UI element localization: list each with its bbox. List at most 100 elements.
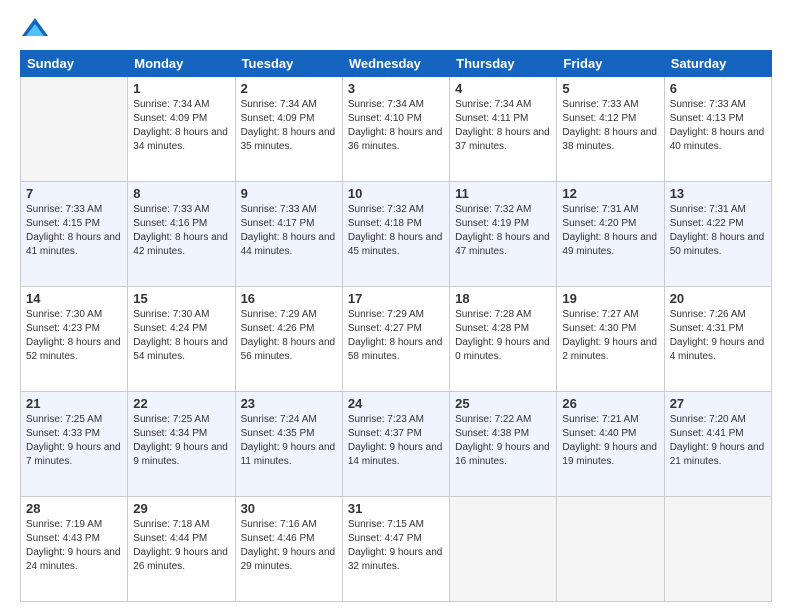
cell-info: Sunrise: 7:29 AMSunset: 4:27 PMDaylight:… — [348, 308, 444, 364]
cell-day-number: 14 — [26, 291, 122, 306]
cell-day-number: 4 — [455, 81, 551, 96]
calendar-cell: 23 Sunrise: 7:24 AMSunset: 4:35 PMDayligh… — [235, 392, 342, 497]
cell-day-number: 3 — [348, 81, 444, 96]
calendar-cell: 31 Sunrise: 7:15 AMSunset: 4:47 PMDayligh… — [342, 497, 449, 602]
cell-info: Sunrise: 7:16 AMSunset: 4:46 PMDaylight:… — [241, 518, 337, 574]
calendar-cell: 21Sunrise: 7:25 AMSunset: 4:33 PMDayligh… — [21, 392, 128, 497]
calendar-cell — [664, 497, 771, 602]
cell-info: Sunrise: 7:34 AMSunset: 4:09 PMDaylight:… — [241, 98, 337, 154]
cell-info: Sunrise: 7:18 AMSunset: 4:44 PMDaylight:… — [133, 518, 229, 574]
cell-info: Sunrise: 7:34 AMSunset: 4:11 PMDaylight:… — [455, 98, 551, 154]
calendar-cell: 2 Sunrise: 7:34 AMSunset: 4:09 PMDaylight… — [235, 77, 342, 182]
cell-day-number: 9 — [241, 186, 337, 201]
cell-info: Sunrise: 7:31 AMSunset: 4:22 PMDaylight:… — [670, 203, 766, 259]
cell-day-number: 20 — [670, 291, 766, 306]
calendar-cell: 7 Sunrise: 7:33 AMSunset: 4:15 PMDaylight… — [21, 182, 128, 287]
cell-day-number: 10 — [348, 186, 444, 201]
weekday-friday: Friday — [557, 51, 664, 77]
week-row-1: 1 Sunrise: 7:34 AMSunset: 4:09 PMDaylight… — [21, 77, 772, 182]
cell-day-number: 6 — [670, 81, 766, 96]
calendar-cell: 4 Sunrise: 7:34 AMSunset: 4:11 PMDaylight… — [450, 77, 557, 182]
calendar-cell: 30 Sunrise: 7:16 AMSunset: 4:46 PMDayligh… — [235, 497, 342, 602]
cell-day-number: 16 — [241, 291, 337, 306]
weekday-tuesday: Tuesday — [235, 51, 342, 77]
week-row-4: 21Sunrise: 7:25 AMSunset: 4:33 PMDayligh… — [21, 392, 772, 497]
cell-info: Sunrise: 7:34 AMSunset: 4:09 PMDaylight:… — [133, 98, 229, 154]
cell-day-number: 11 — [455, 186, 551, 201]
week-row-2: 7 Sunrise: 7:33 AMSunset: 4:15 PMDaylight… — [21, 182, 772, 287]
weekday-sunday: Sunday — [21, 51, 128, 77]
logo-icon — [20, 16, 50, 40]
cell-day-number: 22 — [133, 396, 229, 411]
cell-day-number: 18 — [455, 291, 551, 306]
logo — [20, 16, 54, 40]
calendar-cell — [450, 497, 557, 602]
cell-info: Sunrise: 7:27 AMSunset: 4:30 PMDaylight:… — [562, 308, 658, 364]
cell-info: Sunrise: 7:33 AMSunset: 4:13 PMDaylight:… — [670, 98, 766, 154]
calendar-cell: 11 Sunrise: 7:32 AMSunset: 4:19 PMDayligh… — [450, 182, 557, 287]
calendar-cell: 16 Sunrise: 7:29 AMSunset: 4:26 PMDayligh… — [235, 287, 342, 392]
cell-day-number: 25 — [455, 396, 551, 411]
weekday-header-row: SundayMondayTuesdayWednesdayThursdayFrid… — [21, 51, 772, 77]
header — [20, 16, 772, 40]
weekday-wednesday: Wednesday — [342, 51, 449, 77]
calendar-cell: 26Sunrise: 7:21 AMSunset: 4:40 PMDayligh… — [557, 392, 664, 497]
cell-day-number: 5 — [562, 81, 658, 96]
calendar-cell: 1 Sunrise: 7:34 AMSunset: 4:09 PMDaylight… — [128, 77, 235, 182]
calendar-cell: 15Sunrise: 7:30 AMSunset: 4:24 PMDayligh… — [128, 287, 235, 392]
calendar-cell: 28 Sunrise: 7:19 AMSunset: 4:43 PMDayligh… — [21, 497, 128, 602]
cell-day-number: 12 — [562, 186, 658, 201]
cell-info: Sunrise: 7:32 AMSunset: 4:18 PMDaylight:… — [348, 203, 444, 259]
cell-info: Sunrise: 7:34 AMSunset: 4:10 PMDaylight:… — [348, 98, 444, 154]
cell-info: Sunrise: 7:33 AMSunset: 4:12 PMDaylight:… — [562, 98, 658, 154]
calendar-cell: 25 Sunrise: 7:22 AMSunset: 4:38 PMDayligh… — [450, 392, 557, 497]
calendar-cell: 18 Sunrise: 7:28 AMSunset: 4:28 PMDayligh… — [450, 287, 557, 392]
calendar-cell: 3 Sunrise: 7:34 AMSunset: 4:10 PMDaylight… — [342, 77, 449, 182]
calendar-cell: 14 Sunrise: 7:30 AMSunset: 4:23 PMDayligh… — [21, 287, 128, 392]
cell-day-number: 21 — [26, 396, 122, 411]
cell-day-number: 7 — [26, 186, 122, 201]
cell-day-number: 23 — [241, 396, 337, 411]
cell-info: Sunrise: 7:32 AMSunset: 4:19 PMDaylight:… — [455, 203, 551, 259]
cell-day-number: 8 — [133, 186, 229, 201]
calendar-cell: 13Sunrise: 7:31 AMSunset: 4:22 PMDayligh… — [664, 182, 771, 287]
cell-day-number: 26 — [562, 396, 658, 411]
cell-info: Sunrise: 7:23 AMSunset: 4:37 PMDaylight:… — [348, 413, 444, 469]
cell-day-number: 29 — [133, 501, 229, 516]
cell-day-number: 30 — [241, 501, 337, 516]
cell-day-number: 28 — [26, 501, 122, 516]
calendar-cell: 24Sunrise: 7:23 AMSunset: 4:37 PMDayligh… — [342, 392, 449, 497]
cell-info: Sunrise: 7:22 AMSunset: 4:38 PMDaylight:… — [455, 413, 551, 469]
cell-info: Sunrise: 7:33 AMSunset: 4:15 PMDaylight:… — [26, 203, 122, 259]
cell-info: Sunrise: 7:33 AMSunset: 4:17 PMDaylight:… — [241, 203, 337, 259]
cell-info: Sunrise: 7:24 AMSunset: 4:35 PMDaylight:… — [241, 413, 337, 469]
cell-info: Sunrise: 7:28 AMSunset: 4:28 PMDaylight:… — [455, 308, 551, 364]
cell-day-number: 2 — [241, 81, 337, 96]
weekday-monday: Monday — [128, 51, 235, 77]
cell-day-number: 17 — [348, 291, 444, 306]
calendar-cell: 12Sunrise: 7:31 AMSunset: 4:20 PMDayligh… — [557, 182, 664, 287]
calendar-cell: 27 Sunrise: 7:20 AMSunset: 4:41 PMDayligh… — [664, 392, 771, 497]
cell-info: Sunrise: 7:29 AMSunset: 4:26 PMDaylight:… — [241, 308, 337, 364]
calendar-cell: 5 Sunrise: 7:33 AMSunset: 4:12 PMDaylight… — [557, 77, 664, 182]
cell-info: Sunrise: 7:30 AMSunset: 4:23 PMDaylight:… — [26, 308, 122, 364]
calendar-cell: 20 Sunrise: 7:26 AMSunset: 4:31 PMDayligh… — [664, 287, 771, 392]
calendar-cell: 19 Sunrise: 7:27 AMSunset: 4:30 PMDayligh… — [557, 287, 664, 392]
calendar-cell — [21, 77, 128, 182]
calendar-cell: 6 Sunrise: 7:33 AMSunset: 4:13 PMDaylight… — [664, 77, 771, 182]
cell-info: Sunrise: 7:20 AMSunset: 4:41 PMDaylight:… — [670, 413, 766, 469]
cell-day-number: 1 — [133, 81, 229, 96]
cell-info: Sunrise: 7:15 AMSunset: 4:47 PMDaylight:… — [348, 518, 444, 574]
week-row-5: 28 Sunrise: 7:19 AMSunset: 4:43 PMDayligh… — [21, 497, 772, 602]
cell-day-number: 15 — [133, 291, 229, 306]
cell-info: Sunrise: 7:25 AMSunset: 4:34 PMDaylight:… — [133, 413, 229, 469]
cell-day-number: 19 — [562, 291, 658, 306]
cell-info: Sunrise: 7:26 AMSunset: 4:31 PMDaylight:… — [670, 308, 766, 364]
calendar-cell: 22 Sunrise: 7:25 AMSunset: 4:34 PMDayligh… — [128, 392, 235, 497]
calendar-cell: 10 Sunrise: 7:32 AMSunset: 4:18 PMDayligh… — [342, 182, 449, 287]
calendar-cell: 29 Sunrise: 7:18 AMSunset: 4:44 PMDayligh… — [128, 497, 235, 602]
cell-day-number: 27 — [670, 396, 766, 411]
cell-info: Sunrise: 7:19 AMSunset: 4:43 PMDaylight:… — [26, 518, 122, 574]
cell-day-number: 31 — [348, 501, 444, 516]
calendar-cell: 8Sunrise: 7:33 AMSunset: 4:16 PMDaylight… — [128, 182, 235, 287]
